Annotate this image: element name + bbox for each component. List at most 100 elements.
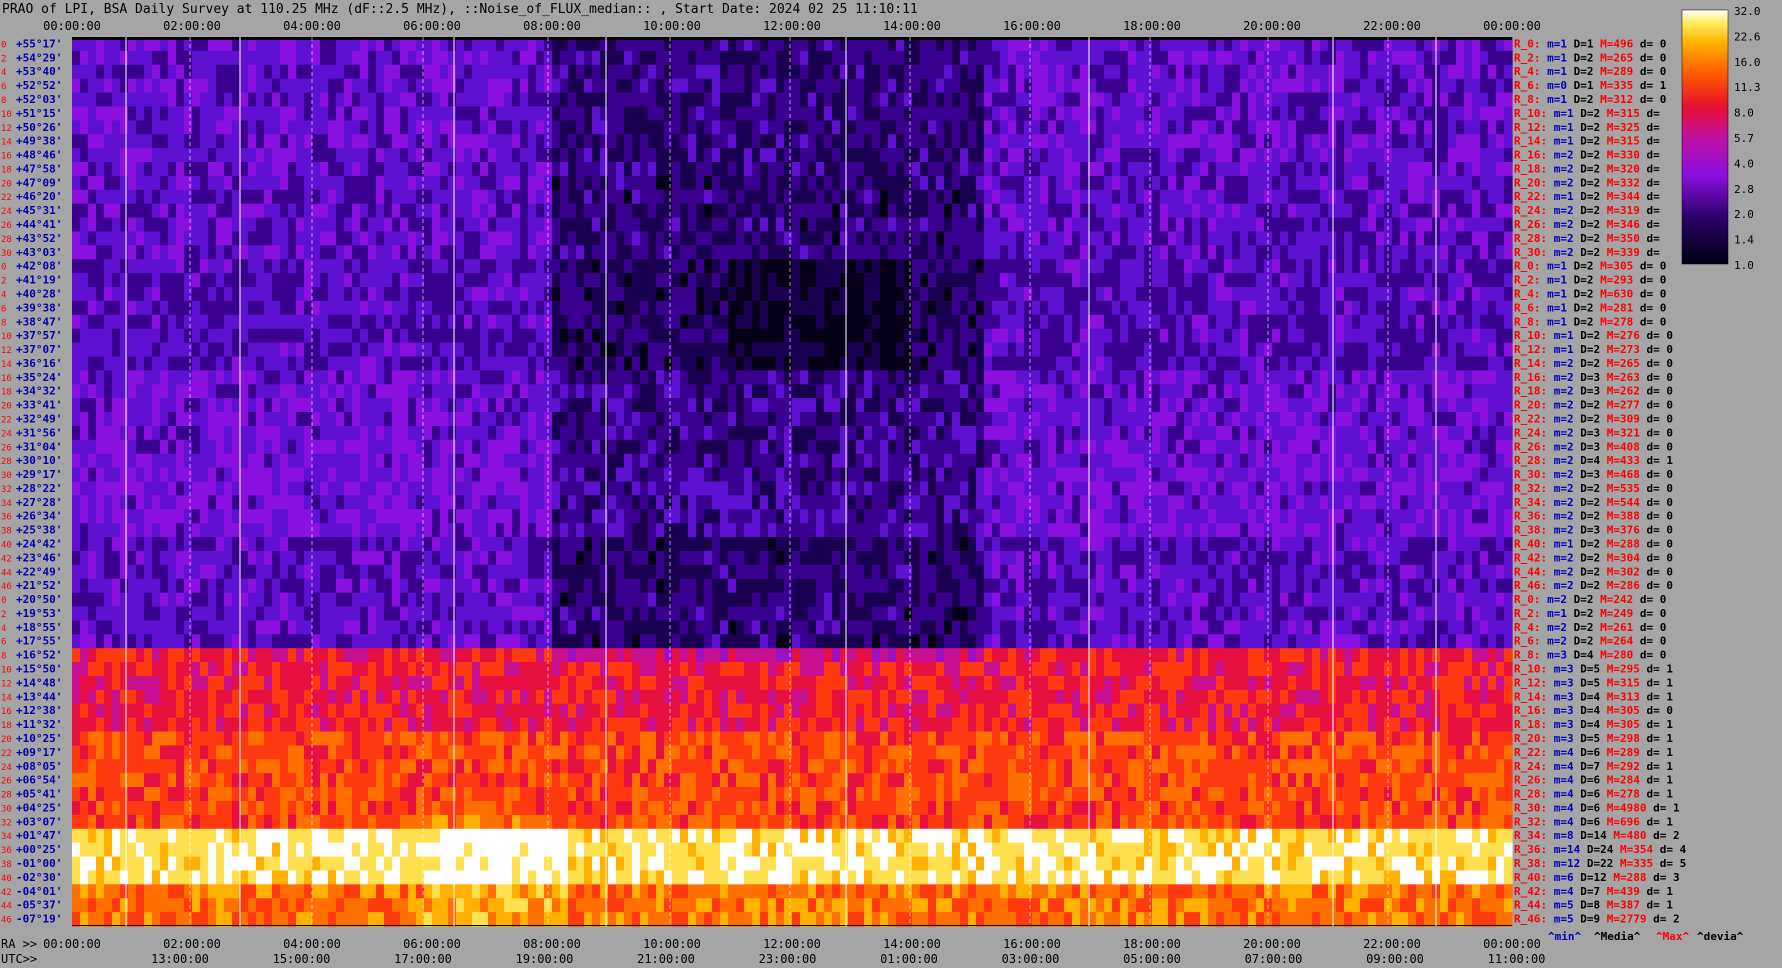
heatmap-cell xyxy=(496,231,505,246)
heatmap-cell xyxy=(536,384,545,399)
heatmap-cell xyxy=(952,398,961,413)
heatmap-cell xyxy=(840,328,849,344)
heatmap-cell xyxy=(88,370,97,385)
heatmap-cell xyxy=(1280,287,1289,302)
heatmap-cell xyxy=(408,370,417,385)
heatmap-cell xyxy=(960,120,969,135)
heatmap-cell xyxy=(856,92,865,108)
heatmap-cell xyxy=(1064,64,1073,80)
heatmap-cell xyxy=(1112,134,1121,149)
heatmap-cell xyxy=(376,134,385,149)
heatmap-cell xyxy=(968,120,977,135)
heatmap-cell xyxy=(768,300,777,316)
heatmap-cell xyxy=(208,134,217,149)
heatmap-cell xyxy=(1032,120,1041,135)
heatmap-cell xyxy=(456,203,465,219)
heatmap-cell xyxy=(136,217,145,233)
heatmap-cell xyxy=(1352,64,1361,80)
heatmap-cell xyxy=(1304,314,1313,330)
heatmap-cell xyxy=(1296,328,1305,344)
heatmap-cell xyxy=(712,64,721,80)
heatmap-cell xyxy=(368,78,377,94)
heatmap-cell xyxy=(848,175,857,191)
heatmap-cell xyxy=(952,78,961,94)
heatmap-cell xyxy=(496,92,505,108)
heatmap-cell xyxy=(200,175,209,191)
heatmap-cell xyxy=(1040,217,1049,233)
heatmap-cell xyxy=(1072,50,1081,66)
heatmap-cell xyxy=(704,106,713,121)
heatmap-cell xyxy=(872,120,881,135)
heatmap-cell xyxy=(992,245,1001,260)
heatmap-cell xyxy=(664,259,673,274)
heatmap-cell xyxy=(1120,412,1129,427)
heatmap-cell xyxy=(1208,64,1217,80)
heatmap-cell xyxy=(168,412,177,427)
heatmap-cell xyxy=(256,92,265,108)
heatmap-cell xyxy=(1152,203,1161,219)
heatmap-cell xyxy=(1128,50,1137,66)
heatmap-cell xyxy=(1328,370,1337,385)
heatmap-cell xyxy=(1056,92,1065,108)
heatmap-cell xyxy=(600,64,609,80)
heatmap-cell xyxy=(304,92,313,108)
heatmap-cell xyxy=(1240,78,1249,94)
heatmap-cell xyxy=(192,384,201,399)
heatmap-cell xyxy=(960,328,969,344)
heatmap-cell xyxy=(600,384,609,399)
heatmap-cell xyxy=(608,50,617,66)
heatmap-cell xyxy=(288,50,297,66)
heatmap-cell xyxy=(1360,175,1369,191)
heatmap-cell xyxy=(1488,64,1497,80)
heatmap-cell xyxy=(1368,217,1377,233)
heatmap-cell xyxy=(184,370,193,385)
heatmap-cell xyxy=(1176,162,1185,177)
heatmap-cell xyxy=(144,328,153,344)
heatmap-cell xyxy=(448,287,457,302)
heatmap-cell xyxy=(360,78,369,94)
heatmap-cell xyxy=(848,50,857,66)
heatmap-cell xyxy=(456,300,465,316)
heatmap-cell xyxy=(320,328,329,344)
heatmap-cell xyxy=(424,314,433,330)
heatmap-cell xyxy=(376,175,385,191)
heatmap-cell xyxy=(1144,175,1153,191)
heatmap-cell xyxy=(368,245,377,260)
heatmap-cell xyxy=(1288,370,1297,385)
heatmap-cell xyxy=(976,148,985,163)
heatmap-cell xyxy=(880,203,889,219)
heatmap-cell xyxy=(1392,148,1401,163)
heatmap-cell xyxy=(480,106,489,121)
heatmap-cell xyxy=(1504,356,1513,371)
heatmap-cell xyxy=(1456,162,1465,177)
heatmap-cell xyxy=(376,64,385,80)
heatmap-cell xyxy=(1120,106,1129,121)
heatmap-cell xyxy=(1008,300,1017,316)
heatmap-cell xyxy=(456,78,465,94)
heatmap-cell xyxy=(992,217,1001,233)
heatmap-cell xyxy=(1144,356,1153,371)
heatmap-cell xyxy=(1120,384,1129,399)
heatmap-cell xyxy=(752,259,761,274)
heatmap-cell xyxy=(1032,412,1041,427)
heatmap-cell xyxy=(1288,356,1297,371)
heatmap-cell xyxy=(640,273,649,288)
heatmap-cell xyxy=(960,148,969,163)
heatmap-cell xyxy=(216,64,225,80)
heatmap-cell xyxy=(160,231,169,246)
heatmap-cell xyxy=(1400,203,1409,219)
heatmap-cell xyxy=(1416,370,1425,385)
heatmap-cell xyxy=(1152,175,1161,191)
heatmap-cell xyxy=(440,64,449,80)
heatmap-cell xyxy=(688,231,697,246)
heatmap-cell xyxy=(264,92,273,108)
heatmap-cell xyxy=(1152,259,1161,274)
heatmap-cell xyxy=(1448,78,1457,94)
heatmap-cell xyxy=(1112,398,1121,413)
heatmap-cell xyxy=(392,134,401,149)
heatmap-cell xyxy=(328,120,337,135)
heatmap-cell xyxy=(176,134,185,149)
heatmap-cell xyxy=(1120,259,1129,274)
heatmap-cell xyxy=(952,328,961,344)
heatmap-cell xyxy=(800,384,809,399)
